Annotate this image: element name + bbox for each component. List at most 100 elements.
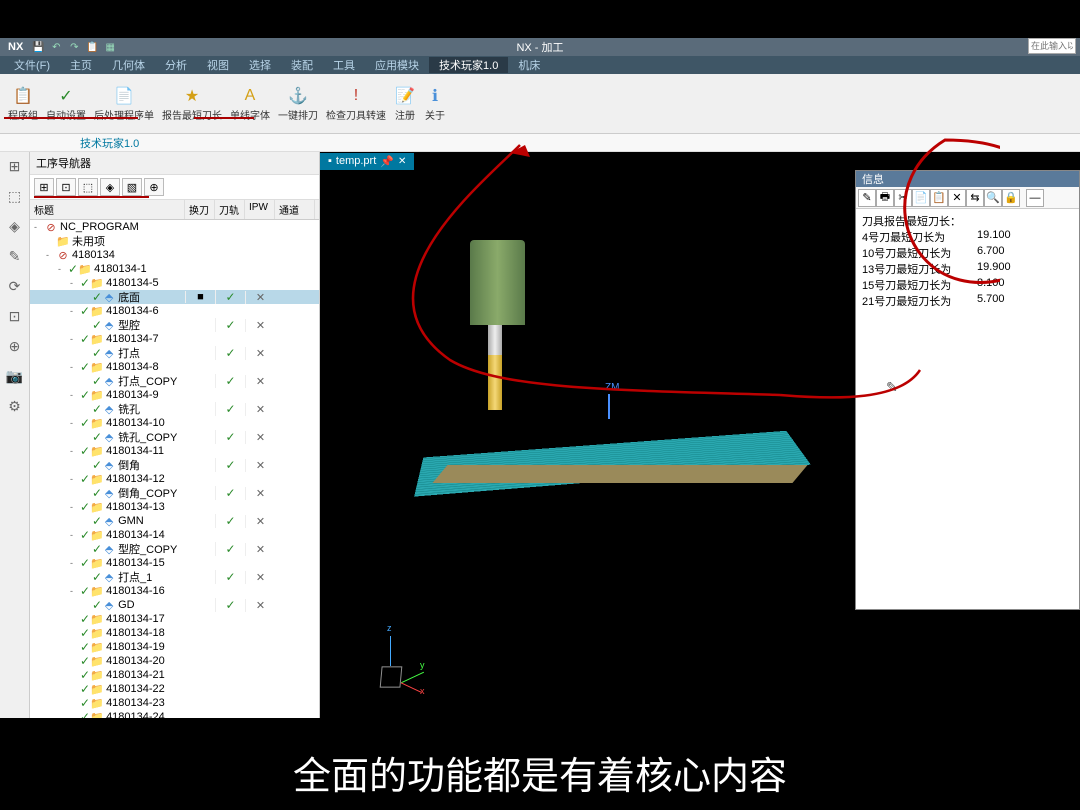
navigator-icon[interactable]: ⊞ bbox=[5, 156, 25, 176]
tab-pin-icon[interactable]: 📌 bbox=[380, 155, 394, 168]
ribbon-sub-tab[interactable]: 技术玩家1.0 bbox=[0, 135, 219, 151]
ribbon-button[interactable]: !检查刀具转速 bbox=[322, 83, 390, 124]
tree-row[interactable]: ✓📁4180134-21 bbox=[30, 668, 319, 682]
menu-item[interactable]: 应用模块 bbox=[365, 57, 429, 73]
tab-close-icon[interactable]: ✕ bbox=[398, 156, 406, 167]
col-header-toolpath[interactable]: 刀轨 bbox=[215, 200, 245, 219]
roles-icon[interactable]: ⊡ bbox=[5, 306, 25, 326]
constraint-icon[interactable]: ◈ bbox=[5, 216, 25, 236]
info-find-icon[interactable]: 🔍 bbox=[984, 189, 1002, 207]
info-delete-icon[interactable]: ✕ bbox=[948, 189, 966, 207]
info-edit-icon[interactable]: ✎ bbox=[858, 189, 876, 207]
content-area: ⊞ ⬚ ◈ ✎ ⟳ ⊡ ⊕ 📷 ⚙ 工序导航器 ⊞ ⊡ ⬚ ◈ ▧ ⊕ 标题 换 bbox=[0, 152, 1080, 718]
menu-item[interactable]: 工具 bbox=[323, 57, 365, 73]
nav-tool-3-icon[interactable]: ⬚ bbox=[78, 178, 98, 196]
ribbon-button[interactable]: ℹ关于 bbox=[420, 83, 450, 124]
ribbon-label: 单线字体 bbox=[230, 107, 270, 122]
tree-row[interactable]: ✓⬘GD✓✕ bbox=[30, 598, 319, 612]
ribbon-button[interactable]: ⚓一键排刀 bbox=[274, 83, 322, 124]
tree-row[interactable]: ✓⬘倒角_COPY✓✕ bbox=[30, 486, 319, 500]
tree-row[interactable]: -✓📁4180134-1 bbox=[30, 262, 319, 276]
col-header-name[interactable]: 标题 bbox=[30, 200, 185, 219]
info-body[interactable]: 刀具报告最短刀长： 4号刀最短刀长为19.10010号刀最短刀长为6.70013… bbox=[856, 209, 1079, 609]
info-lock-icon[interactable]: 🔒 bbox=[1002, 189, 1020, 207]
tree-row[interactable]: -✓📁4180134-13 bbox=[30, 500, 319, 514]
tool-tip-geometry bbox=[488, 355, 502, 410]
tree-row[interactable]: -✓📁4180134-16 bbox=[30, 584, 319, 598]
info-minimize-icon[interactable]: — bbox=[1026, 189, 1044, 207]
tree-row[interactable]: -✓📁4180134-8 bbox=[30, 360, 319, 374]
tree-row[interactable]: -✓📁4180134-9 bbox=[30, 388, 319, 402]
navigator-title: 工序导航器 bbox=[30, 152, 319, 175]
col-header-channel[interactable]: 通道 bbox=[275, 200, 315, 219]
nav-tool-6-icon[interactable]: ⊕ bbox=[144, 178, 164, 196]
info-wrap-icon[interactable]: ⇆ bbox=[966, 189, 984, 207]
tree-row[interactable]: -✓📁4180134-10 bbox=[30, 416, 319, 430]
nav-tool-2-icon[interactable]: ⊡ bbox=[56, 178, 76, 196]
browser-icon[interactable]: ⊕ bbox=[5, 336, 25, 356]
tree-row[interactable]: ✓⬘铣孔_COPY✓✕ bbox=[30, 430, 319, 444]
tree-row[interactable]: -⊘4180134 bbox=[30, 248, 319, 262]
tree-row[interactable]: ✓⬘GMN✓✕ bbox=[30, 514, 319, 528]
tree-row[interactable]: ✓⬘铣孔✓✕ bbox=[30, 402, 319, 416]
tree-row[interactable]: -✓📁4180134-14 bbox=[30, 528, 319, 542]
tree-row[interactable]: ✓⬘打点✓✕ bbox=[30, 346, 319, 360]
command-search-input[interactable] bbox=[1028, 38, 1076, 54]
tree-row[interactable]: -✓📁4180134-15 bbox=[30, 556, 319, 570]
menu-item[interactable]: 文件(F) bbox=[4, 57, 60, 73]
view-triad[interactable]: z y x bbox=[370, 628, 430, 688]
tree-row[interactable]: -⊘NC_PROGRAM bbox=[30, 220, 319, 234]
tree-row[interactable]: -✓📁4180134-7 bbox=[30, 332, 319, 346]
col-header-ipw[interactable]: IPW bbox=[245, 200, 275, 219]
tree-row[interactable]: ✓📁4180134-20 bbox=[30, 654, 319, 668]
tree-row[interactable]: ✓⬘型腔✓✕ bbox=[30, 318, 319, 332]
menu-item[interactable]: 主页 bbox=[60, 57, 102, 73]
operation-tree[interactable]: -⊘NC_PROGRAM 📁未用项-⊘4180134-✓📁4180134-1-✓… bbox=[30, 220, 319, 718]
save-icon[interactable]: 💾 bbox=[31, 40, 45, 54]
menu-item[interactable]: 机床 bbox=[508, 57, 550, 73]
info-copy-icon[interactable]: 📄 bbox=[912, 189, 930, 207]
tree-row[interactable]: 📁未用项 bbox=[30, 234, 319, 248]
paste-icon[interactable]: ▦ bbox=[103, 40, 117, 54]
info-row: 15号刀最短刀长为8.100 bbox=[862, 277, 1073, 293]
tree-row[interactable]: ✓⬘打点_1✓✕ bbox=[30, 570, 319, 584]
assembly-icon[interactable]: ⬚ bbox=[5, 186, 25, 206]
ribbon-button[interactable]: 📝注册 bbox=[390, 83, 420, 124]
tree-row[interactable]: ✓📁4180134-17 bbox=[30, 612, 319, 626]
nav-tool-1-icon[interactable]: ⊞ bbox=[34, 178, 54, 196]
settings-icon[interactable]: ⚙ bbox=[5, 396, 25, 416]
tree-row[interactable]: ✓⬘底面■✓✕ bbox=[30, 290, 319, 304]
sketch-icon[interactable]: ✎ bbox=[5, 246, 25, 266]
col-header-toolchange[interactable]: 换刀 bbox=[185, 200, 215, 219]
tree-row[interactable]: ✓⬘打点_COPY✓✕ bbox=[30, 374, 319, 388]
tree-row[interactable]: ✓📁4180134-22 bbox=[30, 682, 319, 696]
tree-row[interactable]: ✓⬘倒角✓✕ bbox=[30, 458, 319, 472]
info-print-icon[interactable]: 🖶 bbox=[876, 189, 894, 207]
info-paste-icon[interactable]: 📋 bbox=[930, 189, 948, 207]
menu-item[interactable]: 选择 bbox=[239, 57, 281, 73]
tree-row[interactable]: -✓📁4180134-5 bbox=[30, 276, 319, 290]
menu-item[interactable]: 技术玩家1.0 bbox=[429, 57, 508, 73]
history-icon[interactable]: ⟳ bbox=[5, 276, 25, 296]
3d-viewport[interactable]: ZM z y x 信息 ✎ 🖶 ✂ 📄 📋 bbox=[320, 170, 1080, 718]
camera-icon[interactable]: 📷 bbox=[5, 366, 25, 386]
tree-row[interactable]: -✓📁4180134-12 bbox=[30, 472, 319, 486]
tree-row[interactable]: ✓📁4180134-19 bbox=[30, 640, 319, 654]
menu-item[interactable]: 几何体 bbox=[102, 57, 155, 73]
tree-row[interactable]: -✓📁4180134-6 bbox=[30, 304, 319, 318]
undo-icon[interactable]: ↶ bbox=[49, 40, 63, 54]
tree-row[interactable]: -✓📁4180134-11 bbox=[30, 444, 319, 458]
nav-tool-5-icon[interactable]: ▧ bbox=[122, 178, 142, 196]
viewport-tab-active[interactable]: ▪ temp.prt 📌 ✕ bbox=[320, 153, 414, 170]
tree-row[interactable]: ✓📁4180134-18 bbox=[30, 626, 319, 640]
copy-icon[interactable]: 📋 bbox=[85, 40, 99, 54]
tree-row[interactable]: ✓📁4180134-24 bbox=[30, 710, 319, 718]
tree-row[interactable]: ✓📁4180134-23 bbox=[30, 696, 319, 710]
menu-item[interactable]: 视图 bbox=[197, 57, 239, 73]
menu-item[interactable]: 装配 bbox=[281, 57, 323, 73]
tree-row[interactable]: ✓⬘型腔_COPY✓✕ bbox=[30, 542, 319, 556]
redo-icon[interactable]: ↷ bbox=[67, 40, 81, 54]
nav-tool-4-icon[interactable]: ◈ bbox=[100, 178, 120, 196]
info-cut-icon[interactable]: ✂ bbox=[894, 189, 912, 207]
menu-item[interactable]: 分析 bbox=[155, 57, 197, 73]
